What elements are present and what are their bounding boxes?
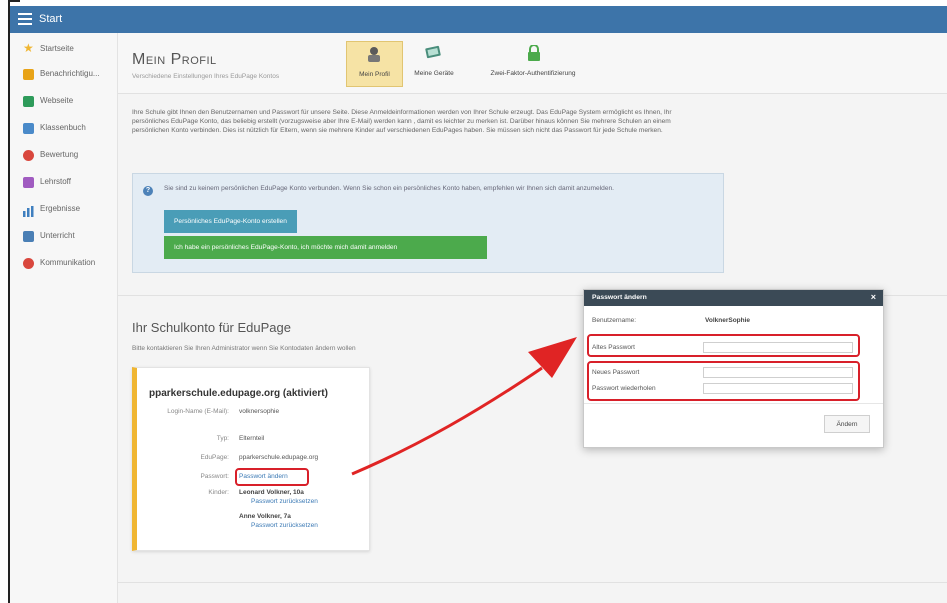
info-icon: ? bbox=[143, 186, 153, 196]
top-bar: Start bbox=[10, 6, 947, 33]
username-label: Benutzername: bbox=[592, 317, 637, 324]
edupage-label: EduPage: bbox=[200, 454, 229, 461]
sidebar-item-bewertung[interactable]: Bewertung bbox=[10, 145, 117, 167]
grade-icon bbox=[23, 150, 34, 161]
username-value: VolknerSophie bbox=[705, 317, 751, 324]
sidebar-item-label: Kommunikation bbox=[40, 258, 96, 267]
school-section-title: Ihr Schulkonto für EduPage bbox=[132, 320, 291, 335]
star-icon: ★ bbox=[23, 41, 34, 55]
sidebar-item-label: Lehrstoff bbox=[40, 177, 71, 186]
sidebar-item-webseite[interactable]: Webseite bbox=[10, 91, 117, 113]
sidebar-item-label: Bewertung bbox=[40, 150, 79, 159]
lock-icon bbox=[525, 44, 543, 61]
web-icon bbox=[23, 96, 34, 107]
change-password-dialog: Passwort ändern × Benutzername: VolknerS… bbox=[583, 289, 884, 448]
sidebar-item-label: Startseite bbox=[40, 44, 74, 53]
tab-zwei-faktor-authentifizierung[interactable]: Zwei-Faktor-Authentifizierung bbox=[473, 41, 593, 85]
child-name: Anne Volkner, 7a bbox=[239, 513, 291, 520]
new-password-highlight bbox=[587, 361, 860, 401]
sidebar-item-label: Benachrichtigu... bbox=[40, 69, 100, 78]
page-title: Mein Profil bbox=[132, 51, 217, 68]
hamburger-menu-icon[interactable] bbox=[18, 13, 32, 25]
sidebar-item-label: Webseite bbox=[40, 96, 74, 105]
school-account-card: pparkerschule.edupage.org (aktiviert) Lo… bbox=[132, 367, 370, 551]
reset-password-link[interactable]: Passwort zurücksetzen bbox=[251, 522, 318, 530]
book-icon bbox=[23, 123, 34, 134]
tab-label: Meine Geräte bbox=[414, 70, 454, 77]
reset-password-link[interactable]: Passwort zurücksetzen bbox=[251, 498, 318, 506]
sidebar-item-benachrichtigungen[interactable]: Benachrichtigu... bbox=[10, 64, 117, 86]
page-header: Mein Profil Verschiedene Einstellungen I… bbox=[118, 33, 947, 94]
old-password-highlight bbox=[587, 334, 860, 357]
change-password-submit-button[interactable]: Ändern bbox=[824, 415, 870, 433]
info-box: ? Sie sind zu keinem persönlichen EduPag… bbox=[132, 173, 724, 273]
start-label[interactable]: Start bbox=[39, 13, 62, 25]
type-label: Typ: bbox=[216, 435, 229, 442]
sidebar-item-label: Klassenbuch bbox=[40, 123, 86, 132]
login-name-label: Login-Name (E-Mail): bbox=[167, 408, 229, 415]
bottom-divider bbox=[118, 582, 947, 583]
dialog-header: Passwort ändern × bbox=[584, 290, 883, 306]
sidebar-item-label: Unterricht bbox=[40, 231, 75, 240]
tab-mein-profil[interactable]: Mein Profil bbox=[346, 41, 403, 87]
sidebar-item-lehrstoff[interactable]: Lehrstoff bbox=[10, 172, 117, 194]
chat-icon bbox=[23, 258, 34, 269]
info-text: Sie sind zu keinem persönlichen EduPage … bbox=[164, 185, 615, 192]
tab-meine-geraete[interactable]: Meine Geräte bbox=[405, 41, 463, 85]
tab-label: Zwei-Faktor-Authentifizierung bbox=[490, 70, 576, 77]
sidebar-item-unterricht[interactable]: Unterricht bbox=[10, 226, 117, 248]
edupage-value: pparkerschule.edupage.org bbox=[239, 454, 319, 461]
card-title: pparkerschule.edupage.org (aktiviert) bbox=[149, 388, 328, 399]
create-account-button[interactable]: Persönliches EduPage-Konto erstellen bbox=[164, 210, 297, 233]
page-subtitle: Verschiedene Einstellungen Ihres EduPage… bbox=[132, 73, 280, 80]
login-name-value: volknersophie bbox=[239, 408, 280, 415]
dialog-footer-divider bbox=[584, 403, 883, 404]
close-icon[interactable]: × bbox=[871, 292, 876, 302]
sidebar: ★ Startseite Benachrichtigu... Webseite … bbox=[10, 33, 118, 603]
password-label: Passwort: bbox=[200, 473, 229, 480]
dialog-title: Passwort ändern bbox=[592, 294, 647, 301]
devices-icon bbox=[425, 45, 443, 61]
lesson-icon bbox=[23, 177, 34, 188]
sidebar-item-kommunikation[interactable]: Kommunikation bbox=[10, 253, 117, 275]
sidebar-item-klassenbuch[interactable]: Klassenbuch bbox=[10, 118, 117, 140]
child-name: Leonard Volkner, 10a bbox=[239, 489, 304, 496]
school-section-description: Bitte kontaktieren Sie Ihren Administrat… bbox=[132, 345, 356, 352]
login-account-button[interactable]: Ich habe ein persönliches EduPage-Konto,… bbox=[164, 236, 487, 259]
profile-icon bbox=[365, 46, 383, 62]
sidebar-item-startseite[interactable]: ★ Startseite bbox=[10, 39, 117, 61]
class-icon bbox=[23, 231, 34, 242]
tab-label: Mein Profil bbox=[359, 71, 390, 78]
type-value: Elternteil bbox=[239, 435, 265, 442]
password-link-highlight bbox=[235, 468, 309, 486]
mail-icon bbox=[23, 69, 34, 80]
children-label: Kinder: bbox=[208, 489, 229, 496]
sidebar-item-ergebnisse[interactable]: Ergebnisse bbox=[10, 199, 117, 221]
intro-text: Ihre Schule gibt Ihnen den Benutzernamen… bbox=[132, 109, 672, 135]
chart-icon bbox=[23, 204, 34, 217]
sidebar-item-label: Ergebnisse bbox=[40, 204, 81, 213]
frame-border-top bbox=[8, 0, 20, 2]
